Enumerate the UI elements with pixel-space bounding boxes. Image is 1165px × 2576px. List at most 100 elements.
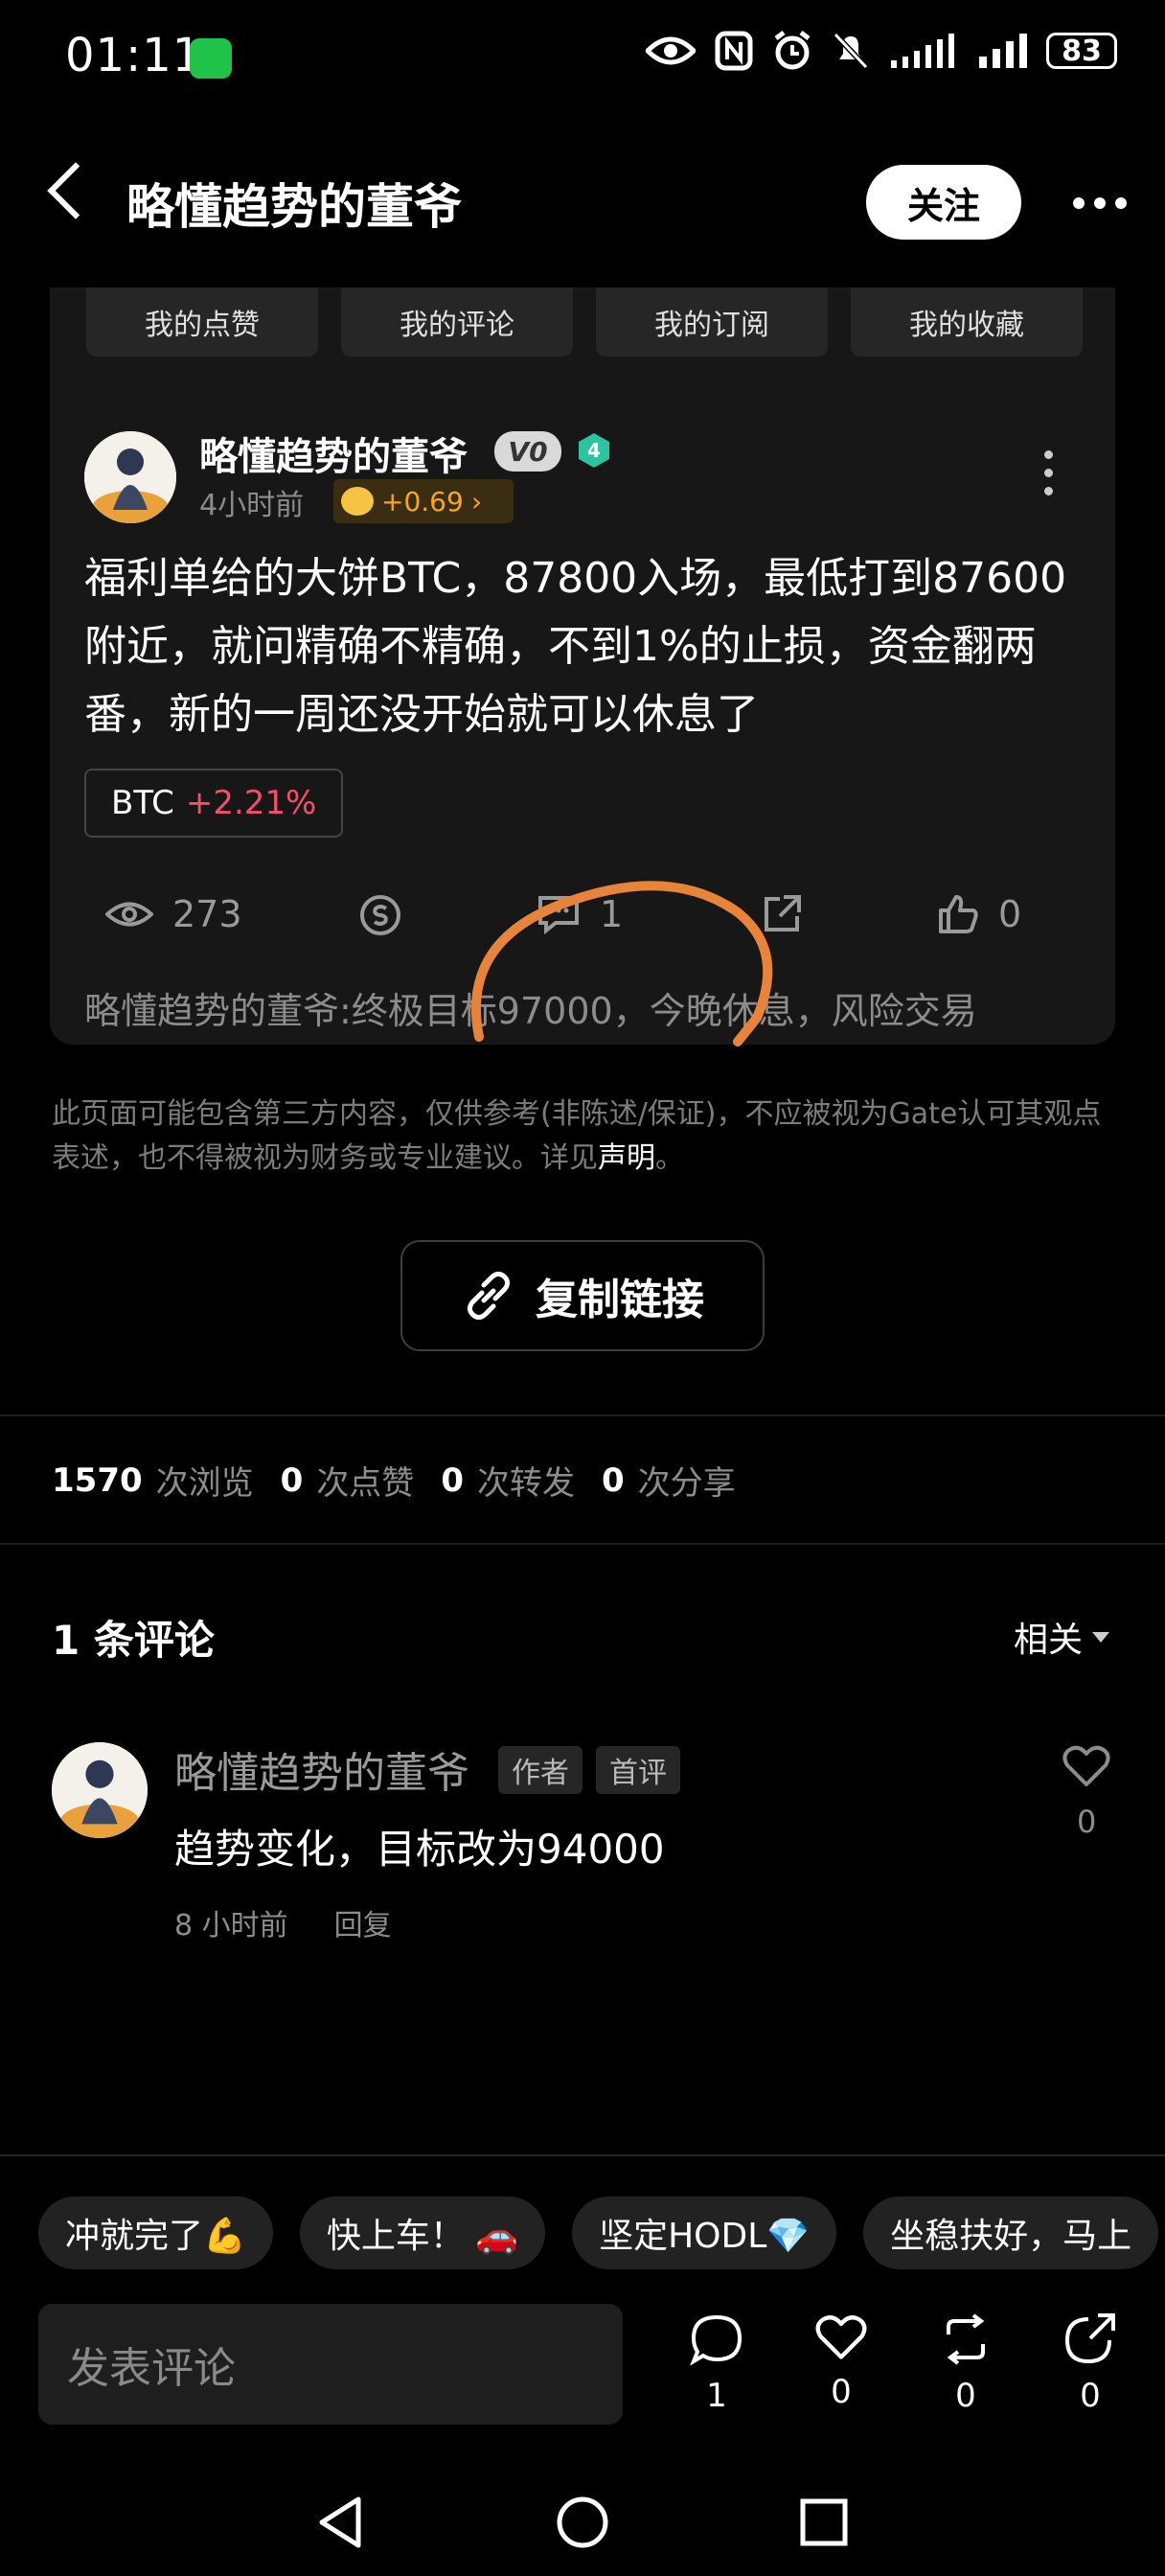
quick-reply-chip[interactable]: 快上车！ 🚗 xyxy=(299,2196,546,2269)
more-options-button[interactable] xyxy=(1073,197,1127,209)
reply-button[interactable]: 回复 xyxy=(334,1901,392,1944)
nfc-icon xyxy=(715,31,753,71)
wechat-notification-icon xyxy=(190,38,232,79)
nav-recents-icon[interactable] xyxy=(795,2494,853,2551)
nav-home-icon[interactable] xyxy=(554,2494,611,2551)
earnings-value: +0.69 xyxy=(381,485,464,518)
bottom-comment-button[interactable]: 1 xyxy=(678,2313,755,2415)
quick-replies: 冲就完了💪 快上车！ 🚗 坚定HODL💎 坐稳扶好，马上 xyxy=(38,2196,1159,2269)
disclaimer-end: 。 xyxy=(655,1141,684,1175)
annotation-circle xyxy=(470,881,773,1046)
post-content[interactable]: 福利单给的大饼BTC，87800入场，最低打到87600附近，就问精确不精确，不… xyxy=(84,544,1081,748)
avatar-illustration xyxy=(84,431,176,523)
divider xyxy=(0,1414,1165,1416)
level-number: 4 xyxy=(587,439,601,462)
level-badge: 4 xyxy=(575,431,613,470)
comment-count-heading: 1 条评论 xyxy=(52,1617,215,1664)
post-author-name[interactable]: 略懂趋势的董爷 xyxy=(199,426,468,481)
disclaimer-text: 此页面可能包含第三方内容，仅供参考(非陈述/保证)，不应被视为Gate认可其观点… xyxy=(52,1097,1102,1175)
views-stat: 273 xyxy=(105,893,242,935)
comment-text: 趋势变化，目标改为94000 xyxy=(174,1826,665,1873)
share-arrow-icon xyxy=(1064,2313,1115,2364)
divider xyxy=(0,1543,1165,1545)
like-stat[interactable]: 0 xyxy=(937,893,1021,935)
bottom-share-button[interactable]: 0 xyxy=(1052,2313,1129,2415)
link-icon xyxy=(467,1271,511,1321)
nav-back-icon[interactable] xyxy=(312,2494,370,2551)
author-avatar[interactable] xyxy=(84,431,176,523)
post-time: 4小时前 xyxy=(199,489,305,522)
tab-my-likes[interactable]: 我的点赞 xyxy=(86,288,318,356)
vip-badge: V0 xyxy=(494,431,561,472)
thumbs-up-icon xyxy=(939,895,978,933)
battery-indicator: 83 xyxy=(1046,33,1117,69)
coin-symbol: BTC xyxy=(111,784,174,822)
profile-tabs: 我的点赞 我的评论 我的订阅 我的收藏 xyxy=(86,288,1083,356)
metric-views-label: 次浏览 xyxy=(155,1464,254,1503)
page-title: 略懂趋势的董爷 xyxy=(126,179,462,235)
tab-my-comments[interactable]: 我的评论 xyxy=(341,288,573,356)
status-time: 01:11 xyxy=(65,29,203,82)
tip-button[interactable] xyxy=(358,893,402,937)
follow-button[interactable]: 关注 xyxy=(866,165,1021,240)
metric-likes: 0 xyxy=(280,1460,304,1500)
views-count: 273 xyxy=(172,893,242,935)
coin-change: +2.21% xyxy=(185,784,317,822)
bottom-like-count: 0 xyxy=(831,2373,852,2411)
avatar-illustration xyxy=(52,1742,148,1838)
post-more-button[interactable] xyxy=(1044,450,1053,495)
metric-shares: 0 xyxy=(601,1460,625,1500)
bottom-repost-count: 0 xyxy=(955,2377,976,2415)
bottom-repost-button[interactable]: 0 xyxy=(927,2313,1004,2415)
comment-input[interactable]: 发表评论 xyxy=(38,2304,623,2425)
more-dot xyxy=(1094,197,1106,209)
metric-likes-label: 次点赞 xyxy=(316,1464,415,1503)
coin-icon xyxy=(341,487,374,516)
commenter-name[interactable]: 略懂趋势的董爷 xyxy=(174,1738,469,1800)
kebab-dot xyxy=(1044,487,1053,495)
status-icons: 83 xyxy=(646,31,1117,71)
more-dot xyxy=(1073,197,1085,209)
quick-reply-chip[interactable]: 坐稳扶好，马上 xyxy=(863,2196,1159,2269)
metric-reposts-label: 次转发 xyxy=(476,1464,575,1503)
bottom-like-button[interactable]: 0 xyxy=(803,2313,879,2411)
comment-like-button[interactable] xyxy=(1062,1744,1111,1792)
author-badge: 作者 xyxy=(498,1746,582,1794)
sort-label: 相关 xyxy=(1013,1621,1083,1660)
like-count: 0 xyxy=(998,893,1022,935)
comment-like-count: 0 xyxy=(1077,1804,1097,1840)
tab-my-subscriptions[interactable]: 我的订阅 xyxy=(596,288,828,356)
commenter-avatar[interactable] xyxy=(52,1742,148,1838)
eye-icon xyxy=(105,902,153,927)
coin-tag-chip[interactable]: BTC +2.21% xyxy=(84,769,344,838)
quick-reply-chip[interactable]: 坚定HODL💎 xyxy=(572,2196,837,2269)
comment-meta: 8 小时前 回复 xyxy=(174,1901,392,1944)
metric-views: 1570 xyxy=(52,1460,143,1500)
metric-reposts: 0 xyxy=(441,1460,464,1500)
disclaimer-link[interactable]: 声明 xyxy=(598,1141,655,1175)
bottom-comment-count: 1 xyxy=(706,2377,727,2415)
kebab-dot xyxy=(1044,450,1053,459)
post-metrics: 1570 次浏览 0 次点赞 0 次转发 0 次分享 xyxy=(52,1457,749,1504)
disclaimer: 此页面可能包含第三方内容，仅供参考(非陈述/保证)，不应被视为Gate认可其观点… xyxy=(52,1092,1125,1181)
kebab-dot xyxy=(1044,469,1053,477)
quick-reply-chip[interactable]: 冲就完了💪 xyxy=(38,2196,273,2269)
comment-time: 8 小时前 xyxy=(174,1909,288,1943)
more-dot xyxy=(1115,197,1127,209)
first-comment-badge: 首评 xyxy=(596,1746,680,1794)
chevron-right-icon: › xyxy=(470,485,483,518)
signal-icon-2 xyxy=(979,34,1027,68)
alarm-icon xyxy=(774,31,811,70)
earnings-badge[interactable]: +0.69 › xyxy=(333,479,514,523)
tab-my-favorites[interactable]: 我的收藏 xyxy=(851,288,1083,356)
mute-icon xyxy=(833,32,869,70)
caret-down-icon xyxy=(1092,1631,1109,1643)
heart-icon xyxy=(1062,1745,1110,1786)
sort-dropdown[interactable]: 相关 xyxy=(1014,1612,1109,1662)
heart-icon xyxy=(815,2315,867,2359)
tip-coin-icon xyxy=(360,895,400,935)
copy-link-button[interactable]: 复制链接 xyxy=(400,1240,765,1351)
comment-bubble-icon xyxy=(689,2314,742,2366)
repost-icon xyxy=(947,2313,985,2365)
back-button[interactable] xyxy=(47,162,104,219)
